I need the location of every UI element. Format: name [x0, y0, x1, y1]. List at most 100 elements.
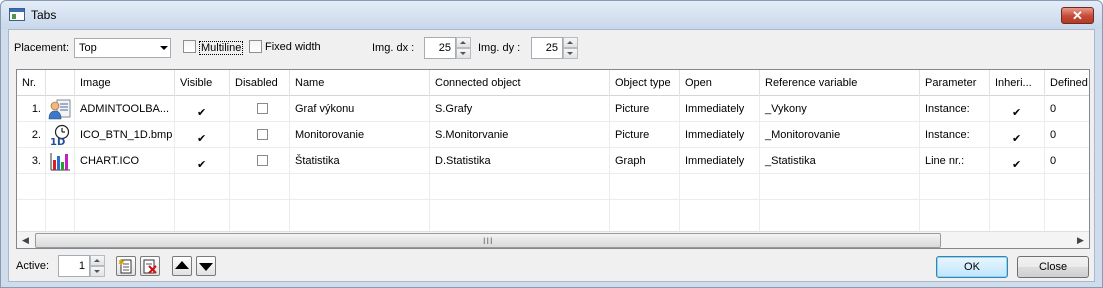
- row-image: ICO_BTN_1D.bmp: [75, 122, 175, 148]
- fixed-width-checkbox[interactable]: [249, 40, 262, 53]
- col-header-disabled[interactable]: Disabled: [230, 70, 290, 96]
- spin-down-icon[interactable]: [90, 266, 105, 277]
- img-dx-spinner[interactable]: [456, 37, 471, 59]
- row-nr: 2.: [17, 122, 46, 148]
- empty-cell: [230, 200, 290, 231]
- col-header-inherit[interactable]: Inheri...: [990, 70, 1045, 96]
- empty-cell: [290, 200, 430, 231]
- col-header-image[interactable]: Image: [75, 70, 175, 96]
- arrow-down-icon: [199, 263, 213, 271]
- col-header-defined[interactable]: Defined: [1045, 70, 1089, 96]
- empty-cell: [46, 200, 75, 231]
- move-up-button[interactable]: [172, 256, 192, 276]
- empty-row: [17, 200, 1089, 231]
- empty-cell: [760, 200, 920, 231]
- fixed-width-label: Fixed width: [265, 41, 321, 53]
- img-dy-spinner[interactable]: [563, 37, 578, 59]
- placement-select[interactable]: Top: [74, 38, 171, 58]
- row-disabled-cell: [230, 148, 290, 174]
- col-header-reference-variable[interactable]: Reference variable: [760, 70, 920, 96]
- active-spinner[interactable]: [90, 255, 105, 277]
- inherit-checkbox[interactable]: [1012, 152, 1023, 174]
- empty-cell: [430, 174, 610, 200]
- disabled-checkbox[interactable]: [257, 103, 268, 114]
- table-row[interactable]: 1. ADMINTOOLBA... Graf výkonu S.Grafy: [17, 96, 1089, 122]
- col-header-name[interactable]: Name: [290, 70, 430, 96]
- bar-chart-icon: [50, 153, 70, 171]
- delete-document-icon: [143, 259, 157, 274]
- inherit-checkbox[interactable]: [1012, 126, 1023, 148]
- move-down-button[interactable]: [196, 256, 216, 276]
- delete-tab-button[interactable]: [140, 256, 160, 276]
- multiline-label[interactable]: Multiline: [199, 41, 244, 55]
- admin-user-icon: [48, 99, 71, 120]
- disabled-checkbox[interactable]: [257, 129, 268, 140]
- visible-checkbox[interactable]: [197, 152, 208, 174]
- col-header-nr[interactable]: Nr.: [17, 70, 46, 96]
- row-reference-variable: _Vykony: [760, 96, 920, 122]
- empty-row: [17, 174, 1089, 200]
- col-header-icon[interactable]: [46, 70, 75, 96]
- clock-1d-icon: 1D: [50, 124, 70, 146]
- add-tab-button[interactable]: ✱: [116, 256, 136, 276]
- tabs-table[interactable]: Nr. Image Visible Disabled Name Connecte…: [16, 69, 1090, 249]
- empty-cell: [680, 174, 760, 200]
- chevron-down-icon: [160, 46, 168, 50]
- row-reference-variable: _Statistika: [760, 148, 920, 174]
- svg-text:1D: 1D: [50, 137, 65, 146]
- window-icon: [9, 8, 25, 21]
- active-label: Active:: [16, 260, 50, 272]
- empty-cell: [610, 174, 680, 200]
- table-row[interactable]: 2. 1D ICO_BTN_1D.bmp Monitorovanie S.Mon…: [17, 122, 1089, 148]
- close-window-button[interactable]: ✕: [1061, 7, 1094, 24]
- row-parameter: Instance:: [920, 96, 990, 122]
- row-parameter: Instance:: [920, 122, 990, 148]
- col-header-open[interactable]: Open: [680, 70, 760, 96]
- row-name: Graf výkonu: [290, 96, 430, 122]
- row-visible-cell: [175, 148, 230, 174]
- empty-cell: [17, 174, 46, 200]
- row-icon-cell: [46, 96, 75, 122]
- spin-up-icon[interactable]: [563, 37, 578, 48]
- scrollbar-grip: III: [483, 236, 494, 246]
- empty-cell: [175, 174, 230, 200]
- active-input[interactable]: 1: [58, 255, 90, 277]
- empty-cell: [610, 200, 680, 231]
- row-defined: 0: [1050, 103, 1057, 115]
- row-visible-cell: [175, 122, 230, 148]
- new-document-icon: ✱: [118, 258, 132, 274]
- spin-down-icon[interactable]: [456, 48, 471, 59]
- inherit-checkbox[interactable]: [1012, 100, 1023, 122]
- scroll-right-icon[interactable]: ▶: [1072, 232, 1089, 249]
- img-dy-label: Img. dy :: [478, 42, 521, 54]
- img-dx-input[interactable]: 25: [424, 37, 456, 59]
- spin-up-icon[interactable]: [90, 255, 105, 266]
- table-row[interactable]: 3. CHART.ICO Štatistika D.Statistika: [17, 148, 1089, 174]
- horizontal-scrollbar[interactable]: ◀ III ▶: [17, 231, 1089, 248]
- empty-cell: [290, 174, 430, 200]
- col-header-visible[interactable]: Visible: [175, 70, 230, 96]
- visible-checkbox[interactable]: [197, 100, 208, 122]
- scrollbar-thumb[interactable]: III: [35, 233, 941, 248]
- img-dy-input[interactable]: 25: [531, 37, 563, 59]
- placement-value: Top: [79, 42, 97, 54]
- visible-checkbox[interactable]: [197, 126, 208, 148]
- spin-up-icon[interactable]: [456, 37, 471, 48]
- row-parameter: Line nr.:: [920, 148, 990, 174]
- row-name: Štatistika: [290, 148, 430, 174]
- empty-cell: [990, 200, 1045, 231]
- scroll-left-icon[interactable]: ◀: [17, 232, 34, 249]
- row-connected-object: D.Statistika: [430, 148, 610, 174]
- title-bar: Tabs ✕: [1, 1, 1102, 29]
- spin-down-icon[interactable]: [563, 48, 578, 59]
- row-object-type: Picture: [610, 122, 680, 148]
- multiline-checkbox[interactable]: [183, 40, 196, 53]
- disabled-checkbox[interactable]: [257, 155, 268, 166]
- close-button[interactable]: Close: [1017, 256, 1089, 278]
- row-name: Monitorovanie: [290, 122, 430, 148]
- col-header-parameter[interactable]: Parameter: [920, 70, 990, 96]
- col-header-connected-object[interactable]: Connected object: [430, 70, 610, 96]
- row-object-type: Picture: [610, 96, 680, 122]
- col-header-object-type[interactable]: Object type: [610, 70, 680, 96]
- ok-button[interactable]: OK: [936, 256, 1008, 278]
